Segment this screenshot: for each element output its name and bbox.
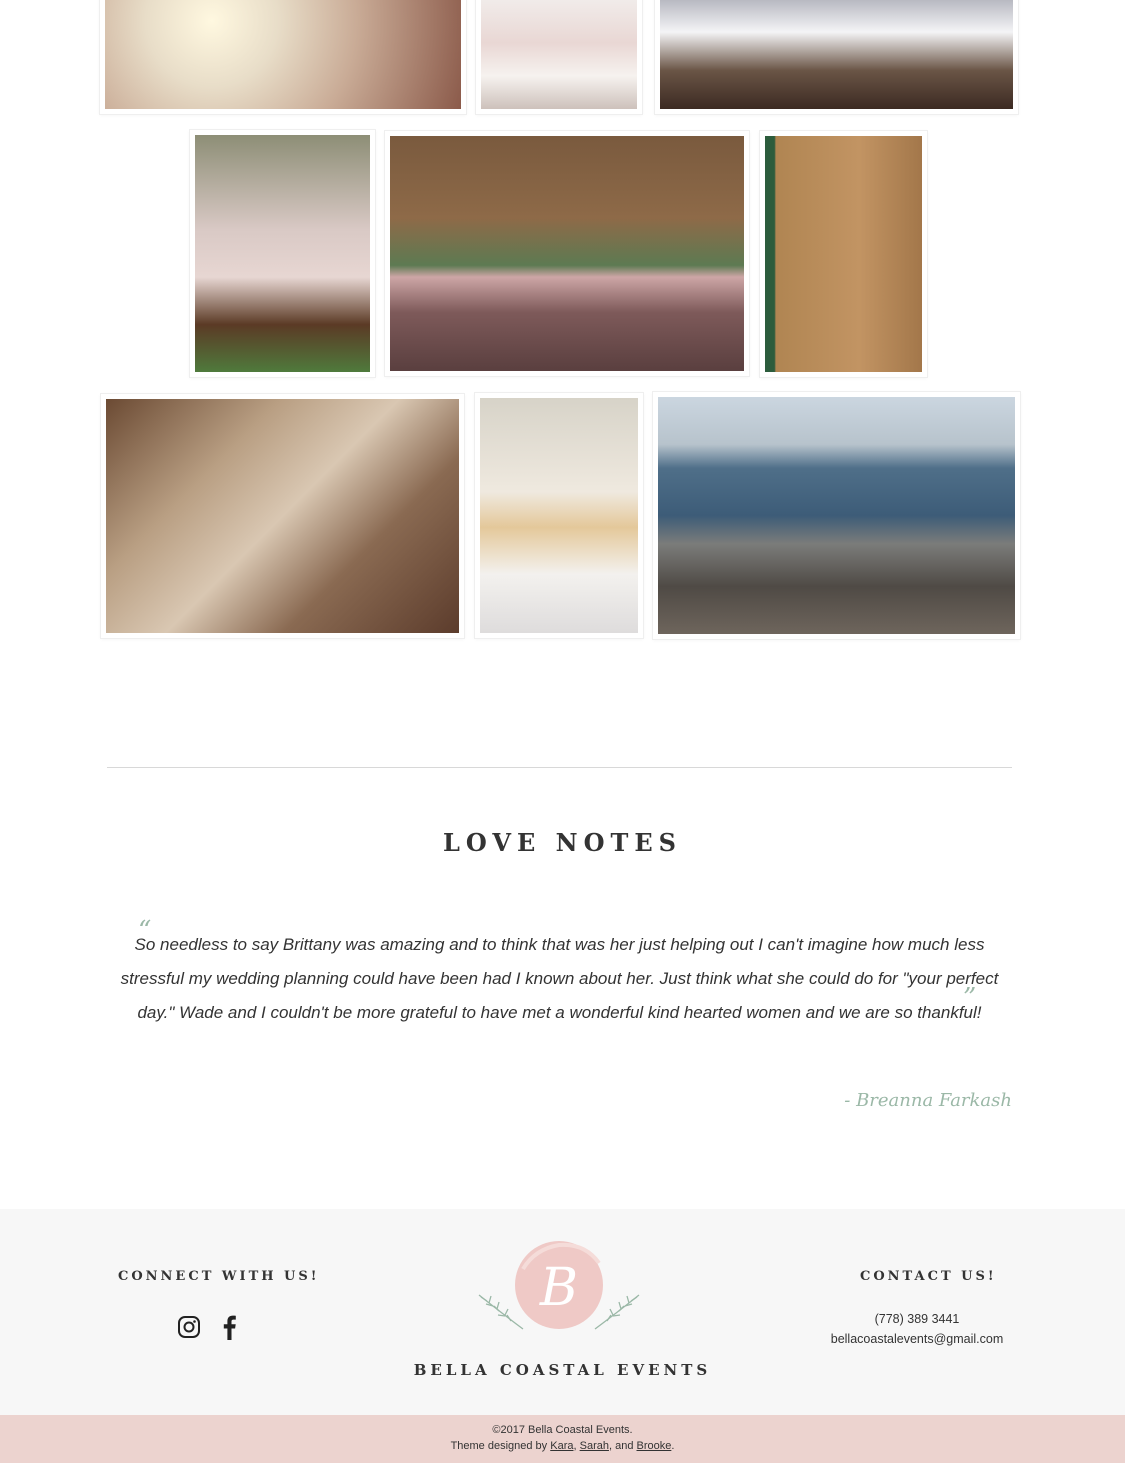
contact-info: (778) 389 3441 bellacoastalevents@gmail.… [817,1309,1017,1349]
designer-link-sarah[interactable]: Sarah [580,1440,609,1452]
section-divider [107,767,1012,768]
decor-ladder-photo[interactable] [760,131,927,377]
theme-credit-prefix: Theme designed by [450,1440,551,1452]
beach-ladder-photo[interactable] [653,392,1020,639]
bella-coastal-logo[interactable]: B [475,1239,643,1335]
copyright-bar: ©2017 Bella Coastal Events. Theme design… [0,1415,1125,1463]
place-setting-photo[interactable] [476,0,642,114]
email-address[interactable]: bellacoastalevents@gmail.com [817,1329,1017,1349]
designer-link-kara[interactable]: Kara [550,1440,573,1452]
photo-gallery [0,0,1125,640]
naked-cake-photo[interactable] [475,393,643,638]
testimonial-quote: So needless to say Brittany was amazing … [120,935,999,1022]
close-quote-mark: ” [963,983,977,1013]
logo-letter: B [539,1258,578,1318]
separator-2: , and [608,1440,637,1452]
theme-credit: Theme designed by Kara, Sarah, and Brook… [0,1440,1125,1452]
mr-mrs-chairs-photo[interactable] [190,130,375,377]
copyright-text: ©2017 Bella Coastal Events. [492,1424,633,1436]
fairy-lights-photo[interactable] [100,0,466,114]
facebook-icon[interactable] [216,1314,242,1340]
love-notes-title: LOVE NOTES [443,828,682,857]
mr-mrs-sign-photo[interactable] [101,394,464,638]
connect-title: CONNECT WITH US! [118,1269,320,1284]
contact-title: CONTACT US! [860,1269,997,1284]
phone-number[interactable]: (778) 389 3441 [817,1309,1017,1329]
testimonial-author: - Breanna Farkash [844,1090,1012,1111]
reception-hall-photo[interactable] [655,0,1018,114]
credit-suffix: . [671,1440,675,1452]
brand-name: BELLA COASTAL EVENTS [413,1361,712,1379]
instagram-icon[interactable] [176,1314,202,1340]
site-footer: CONNECT WITH US! B BELLA COASTAL EVENTS … [0,1209,1125,1415]
flower-centerpiece-photo[interactable] [385,131,749,376]
designer-link-brooke[interactable]: Brooke [637,1440,672,1452]
social-links [176,1314,242,1340]
